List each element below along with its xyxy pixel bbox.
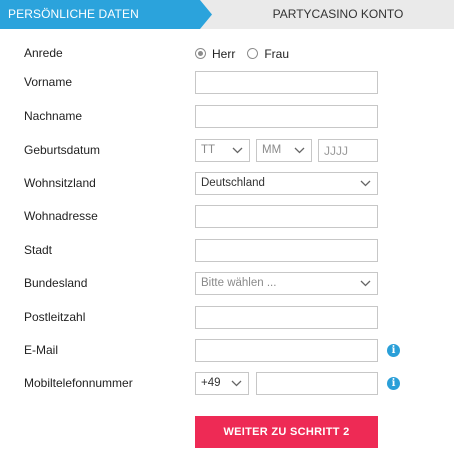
- state-row: Bundesland Bitte wählen ...: [0, 272, 454, 295]
- mobile-row: Mobiltelefonnummer +49 i: [0, 372, 454, 395]
- email-row: E-Mail i: [0, 339, 454, 362]
- birth-year-input[interactable]: [318, 139, 378, 162]
- birth-day-select[interactable]: TT: [195, 139, 250, 162]
- birthdate-label: Geburtsdatum: [24, 143, 101, 157]
- phone-prefix-value: +49: [201, 377, 221, 389]
- zip-row: Postleitzahl: [0, 306, 454, 329]
- mobile-input[interactable]: [256, 372, 378, 395]
- step-personal-data: PERSÖNLICHE DATEN: [0, 0, 212, 29]
- address-input[interactable]: [195, 205, 378, 228]
- info-icon[interactable]: i: [387, 377, 400, 390]
- birth-day-value: TT: [201, 144, 216, 156]
- email-input[interactable]: [195, 339, 378, 362]
- step-account: PARTYCASINO KONTO: [272, 7, 404, 21]
- country-value: Deutschland: [201, 177, 265, 189]
- city-input[interactable]: [195, 239, 378, 262]
- radio-herr-label: Herr: [212, 46, 236, 61]
- lastname-row: Nachname: [0, 105, 454, 128]
- birth-month-select[interactable]: MM: [256, 139, 312, 162]
- country-label: Wohnsitzland: [24, 176, 96, 190]
- firstname-row: Vorname: [0, 71, 454, 94]
- birthdate-row: Geburtsdatum TT MM: [0, 139, 454, 162]
- step-progress-bar: PERSÖNLICHE DATEN PARTYCASINO KONTO: [0, 0, 454, 29]
- country-select[interactable]: Deutschland: [195, 172, 378, 195]
- mobile-label: Mobiltelefonnummer: [24, 376, 133, 390]
- zip-label: Postleitzahl: [24, 310, 86, 324]
- radio-frau-indicator[interactable]: [247, 48, 259, 59]
- radio-frau[interactable]: Frau: [247, 47, 289, 61]
- salutation-label: Anrede: [24, 46, 63, 60]
- chevron-down-icon: [360, 280, 371, 287]
- address-row: Wohnadresse: [0, 205, 454, 228]
- city-label: Stadt: [24, 243, 53, 257]
- chevron-down-icon: [231, 380, 242, 387]
- lastname-label: Nachname: [24, 109, 83, 123]
- birth-month-value: MM: [262, 144, 282, 156]
- country-row: Wohnsitzland Deutschland: [0, 172, 454, 195]
- city-row: Stadt: [0, 239, 454, 262]
- email-label: E-Mail: [24, 343, 59, 357]
- chevron-down-icon: [360, 180, 371, 187]
- chevron-down-icon: [294, 147, 305, 154]
- state-value: Bitte wählen ...: [201, 277, 277, 289]
- firstname-label: Vorname: [24, 75, 73, 89]
- state-label: Bundesland: [24, 276, 88, 290]
- state-select[interactable]: Bitte wählen ...: [195, 272, 378, 295]
- firstname-input[interactable]: [195, 71, 378, 94]
- lastname-input[interactable]: [195, 105, 378, 128]
- salutation-row: Anrede Herr Frau: [0, 42, 454, 65]
- next-step-button[interactable]: WEITER ZU SCHRITT 2: [195, 416, 378, 448]
- radio-frau-label: Frau: [264, 46, 290, 61]
- chevron-down-icon: [232, 147, 243, 154]
- radio-herr[interactable]: Herr: [195, 47, 235, 61]
- phone-prefix-select[interactable]: +49: [195, 372, 249, 395]
- radio-herr-indicator[interactable]: [195, 48, 206, 59]
- zip-input[interactable]: [195, 306, 378, 329]
- address-label: Wohnadresse: [24, 209, 98, 223]
- info-icon[interactable]: i: [387, 344, 400, 357]
- salutation-radio-group: Herr Frau: [195, 42, 301, 65]
